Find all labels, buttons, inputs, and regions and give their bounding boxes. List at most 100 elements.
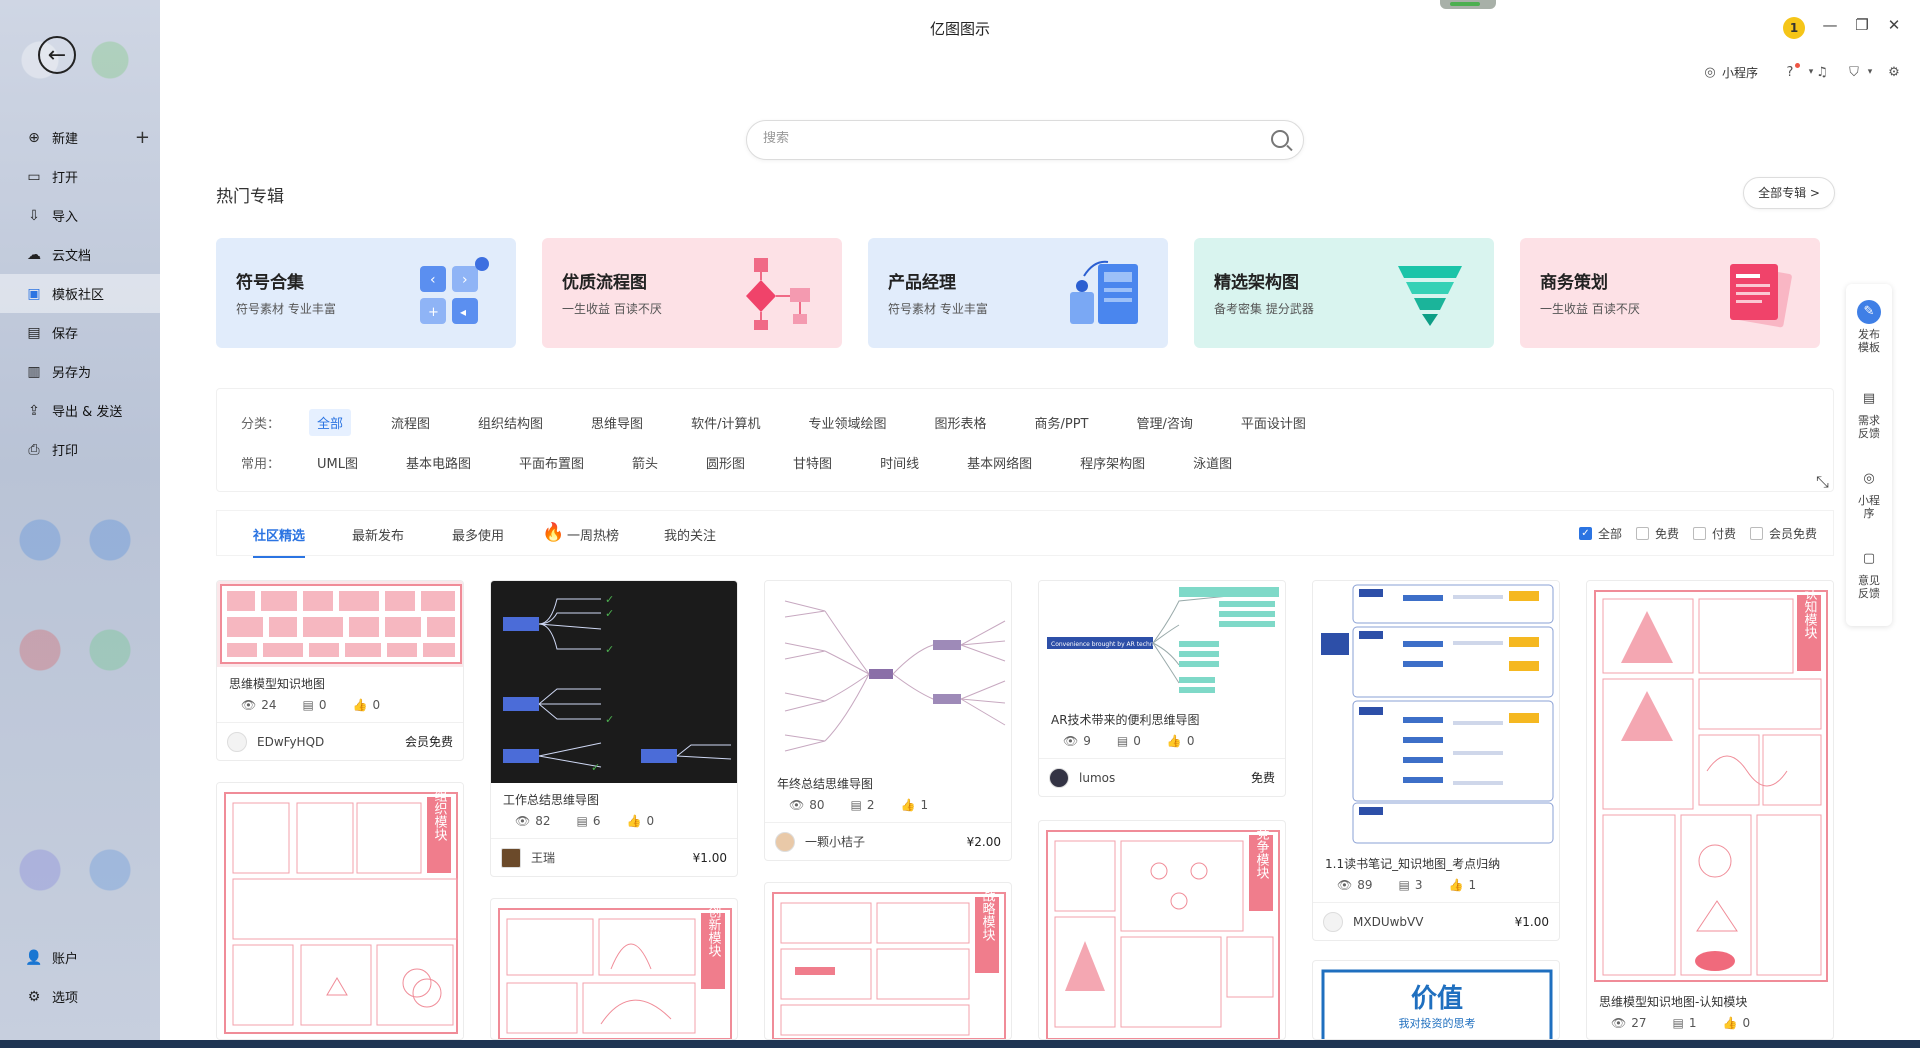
filter-free-checkbox[interactable]: [1635, 527, 1649, 540]
template-card[interactable]: 组织模块: [216, 782, 464, 1040]
menu-export-label: 导出 & 发送: [52, 405, 123, 420]
template-author[interactable]: MXDUwbVV ¥1.00: [1313, 902, 1559, 940]
common-timeline[interactable]: 时间线: [872, 449, 927, 476]
common-program-arch[interactable]: 程序架构图: [1072, 449, 1153, 476]
menu-account[interactable]: 👤 账户: [0, 938, 160, 977]
all-albums-button[interactable]: 全部专辑 >: [1743, 177, 1835, 209]
common-network[interactable]: 基本网络图: [959, 449, 1040, 476]
tab-featured[interactable]: 社区精选: [253, 525, 306, 558]
template-card[interactable]: Convenience brought by AR technology AR技…: [1038, 580, 1286, 797]
menu-import[interactable]: ⇩ 导入: [0, 196, 160, 235]
common-arrow[interactable]: 箭头: [624, 449, 666, 476]
album-card-architecture[interactable]: 精选架构图 备考密集 提分武器: [1194, 238, 1494, 348]
template-search[interactable]: [746, 120, 1304, 160]
price-filters: ✓ 全部 免费 付费 会员免费: [1565, 525, 1817, 542]
album-card-business[interactable]: 商务策划 一生收益 百读不厌: [1520, 238, 1820, 348]
like-count: 0: [1186, 734, 1195, 748]
common-uml[interactable]: UML图: [309, 449, 366, 476]
comment-icon: ▤: [1672, 1016, 1684, 1030]
common-circle[interactable]: 圆形图: [698, 449, 753, 476]
restore-icon[interactable]: ❐: [1850, 16, 1874, 34]
tab-following[interactable]: 我的关注: [664, 525, 716, 544]
search-input[interactable]: [763, 131, 1243, 146]
add-icon[interactable]: +: [135, 127, 150, 148]
tab-latest[interactable]: 最新发布: [352, 525, 404, 544]
template-card[interactable]: ✓ ✓ ✓ ✓ ✓ 工作总结思维导图 👁 82 ▤ 6 👍 0 王瑞 ¥1.00: [490, 580, 738, 877]
category-all[interactable]: 全部: [309, 409, 352, 436]
avatar: [1049, 767, 1069, 788]
template-card[interactable]: 思维模型知识地图 👁 24 ▤ 0 👍 0 EDwFyHQD 会员免费: [216, 580, 464, 761]
expand-icon[interactable]: ⤡: [1816, 472, 1829, 492]
menu-cloud[interactable]: ☁ 云文档: [0, 235, 160, 274]
publish-template-button[interactable]: ✎ 发布模板: [1846, 300, 1892, 354]
opinion-feedback-button[interactable]: ▢ 意见反馈: [1846, 552, 1892, 600]
reading-notes-thumbnail: [1321, 584, 1554, 844]
save-icon: ▤: [27, 324, 41, 341]
skin-menu[interactable]: ⛉ ▾: [1846, 64, 1878, 80]
common-floor-plan[interactable]: 平面布置图: [511, 449, 592, 476]
shirt-icon: ⛉: [1849, 64, 1859, 80]
template-author[interactable]: 王瑞 ¥1.00: [491, 838, 737, 876]
search-icon[interactable]: [1271, 130, 1289, 148]
menu-template-community[interactable]: ▣ 模板社区: [0, 274, 160, 313]
common-gantt[interactable]: 甘特图: [785, 449, 840, 476]
template-card[interactable]: 竞争模块: [1038, 820, 1286, 1040]
close-icon[interactable]: ✕: [1882, 16, 1906, 34]
menu-open[interactable]: ▭ 打开: [0, 157, 160, 196]
category-professional[interactable]: 专业领域绘图: [800, 409, 894, 436]
category-org-chart[interactable]: 组织结构图: [470, 409, 551, 436]
menu-new[interactable]: ⊕ 新建 +: [0, 118, 160, 157]
back-arrow-icon[interactable]: ←: [38, 36, 76, 74]
eye-icon: 👁: [1337, 878, 1353, 892]
mini-program-link[interactable]: ◎ 小程序: [1702, 64, 1758, 81]
template-card[interactable]: 1.1读书笔记_知识地图_考点归纳 👁 89 ▤ 3 👍 1 MXDUwbVV ¥1.…: [1312, 580, 1560, 941]
tab-most-used[interactable]: 最多使用: [452, 525, 504, 544]
menu-export[interactable]: ⇪ 导出 & 发送: [0, 391, 160, 430]
category-flowchart[interactable]: 流程图: [383, 409, 438, 436]
eye-icon: 👁: [789, 798, 805, 812]
innovation-module-thumbnail: 创新模块: [498, 905, 732, 1039]
filter-vip-checkbox[interactable]: [1749, 527, 1763, 540]
category-management[interactable]: 管理/咨询: [1128, 409, 1200, 436]
mini-program-panel-button[interactable]: ◎ 小程序: [1846, 472, 1892, 520]
user-level-badge[interactable]: 1: [1783, 17, 1805, 39]
template-card[interactable]: 战略模块: [764, 882, 1012, 1040]
album-card-flowchart[interactable]: 优质流程图 一生收益 百读不厌: [542, 238, 842, 348]
tab-weekly-hot[interactable]: 一周热榜: [567, 525, 619, 544]
menu-print[interactable]: ⎙ 打印: [0, 430, 160, 469]
template-author[interactable]: lumos 免费: [1039, 758, 1285, 796]
menu-cloud-label: 云文档: [52, 249, 92, 264]
request-feedback-button[interactable]: ▤ 需求反馈: [1846, 392, 1892, 440]
template-card[interactable]: 价值 我对投资的思考: [1312, 960, 1560, 1040]
category-graphic-table[interactable]: 图形表格: [926, 409, 994, 436]
filter-vip-label: 会员免费: [1768, 527, 1817, 541]
eye-icon: 👁: [241, 698, 257, 712]
like-count: 0: [646, 814, 655, 828]
menu-save[interactable]: ▤ 保存: [0, 313, 160, 352]
year-summary-mindmap-thumbnail: [784, 600, 1006, 752]
category-business-ppt[interactable]: 商务/PPT: [1026, 409, 1096, 436]
menu-options[interactable]: ⚙ 选项: [0, 977, 160, 1016]
category-software[interactable]: 软件/计算机: [683, 409, 768, 436]
filter-paid-checkbox[interactable]: [1692, 527, 1706, 540]
view-count: 82: [535, 814, 551, 828]
template-card[interactable]: 认知模块 思维模型知识地图-认知模块 👁 27 ▤ 1 👍 0: [1586, 580, 1834, 1040]
common-swimlane[interactable]: 泳道图: [1185, 449, 1240, 476]
album-card-product-manager[interactable]: 产品经理 符号素材 专业丰富: [868, 238, 1168, 348]
album-card-symbols[interactable]: 符号合集 符号素材 专业丰富 ‹ › + ◂: [216, 238, 516, 348]
notification-button[interactable]: ♫: [1814, 64, 1830, 80]
common-circuit[interactable]: 基本电路图: [398, 449, 479, 476]
settings-button[interactable]: ⚙: [1886, 64, 1902, 80]
eye-icon: 👁: [1063, 734, 1079, 748]
category-mind-map[interactable]: 思维导图: [583, 409, 651, 436]
category-graphic-design[interactable]: 平面设计图: [1233, 409, 1314, 436]
template-author[interactable]: 一颗小桔子 ¥2.00: [765, 822, 1011, 860]
menu-save-as[interactable]: ▥ 另存为: [0, 352, 160, 391]
template-card[interactable]: 年终总结思维导图 👁 80 ▤ 2 👍 1 一颗小桔子 ¥2.00: [764, 580, 1012, 861]
template-author[interactable]: EDwFyHQD 会员免费: [217, 722, 463, 760]
template-card[interactable]: 创新模块: [490, 898, 738, 1040]
chevron-down-icon: ▾: [1867, 67, 1873, 77]
template-price: ¥2.00: [966, 834, 1001, 849]
minimize-icon[interactable]: —: [1818, 16, 1842, 34]
filter-all-checkbox[interactable]: ✓: [1578, 527, 1592, 540]
